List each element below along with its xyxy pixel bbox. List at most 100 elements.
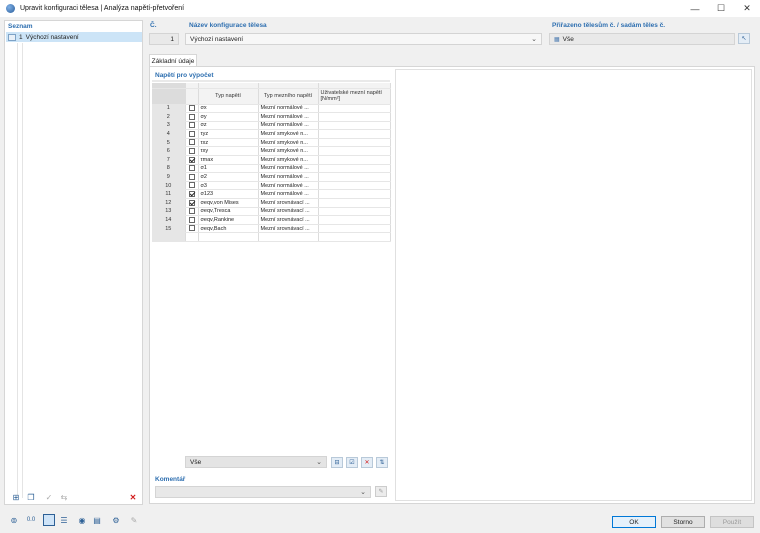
list-item[interactable]: 1 Výchozí nastavení — [6, 32, 142, 42]
maximize-button[interactable]: ☐ — [708, 0, 734, 17]
stress-checkbox-cell[interactable] — [185, 129, 199, 139]
stress-checkbox-cell[interactable] — [185, 181, 199, 191]
color-icon[interactable]: ◉ — [76, 514, 88, 526]
limit-type-cell[interactable]: Mezní normálové ... — [258, 181, 319, 191]
stress-checkbox[interactable] — [188, 113, 195, 120]
stress-checkbox[interactable] — [188, 225, 195, 232]
table-filter-icon[interactable]: ⊟ — [331, 457, 343, 468]
limit-type-cell[interactable]: Mezní srovnávací ... — [258, 207, 319, 217]
limit-type-cell[interactable]: Mezní srovnávací ... — [258, 215, 319, 225]
filter-select[interactable]: Vše ⌄ — [185, 456, 327, 468]
assigned-field[interactable]: ▦ Vše — [549, 33, 735, 45]
user-limit-cell[interactable] — [318, 172, 391, 182]
user-limit-cell[interactable] — [318, 224, 391, 234]
table-row[interactable]: 13 σeqv,Tresca Mezní srovnávací ... — [152, 207, 391, 217]
stress-checkbox[interactable] — [188, 191, 195, 197]
chevron-down-icon[interactable]: ⌄ — [531, 35, 537, 43]
column-header[interactable]: Uživatelské mezní napětí [N/mm²] — [318, 88, 391, 105]
stress-checkbox[interactable] — [188, 122, 195, 129]
user-limit-cell[interactable] — [318, 146, 391, 157]
stress-checkbox-cell[interactable] — [185, 198, 199, 208]
stress-checkbox-cell[interactable] — [185, 155, 199, 165]
limit-type-cell[interactable]: Mezní srovnávací ... — [258, 224, 319, 234]
stress-checkbox[interactable] — [188, 199, 195, 206]
name-field[interactable]: Výchozí nastavení ⌄ — [185, 33, 542, 45]
comment-field[interactable]: ⌄ — [155, 486, 371, 498]
user-limit-cell[interactable] — [318, 215, 391, 225]
stress-checkbox-cell[interactable] — [185, 112, 199, 122]
table-row[interactable]: 6 τxy Mezní smykové n... — [152, 146, 391, 157]
user-limit-cell[interactable] — [318, 104, 391, 114]
table-row[interactable]: 12 σeqv,von Mises Mezní srovnávací ... — [152, 198, 391, 208]
limit-type-cell[interactable]: Mezní smykové n... — [258, 129, 319, 139]
limit-type-cell[interactable]: Mezní smykové n... — [258, 146, 319, 157]
stress-checkbox[interactable] — [188, 156, 195, 163]
limit-type-cell[interactable]: Mezní normálové ... — [258, 121, 319, 131]
delete-icon[interactable]: ✕ — [127, 491, 139, 503]
limit-type-cell[interactable]: Mezní normálové ... — [258, 104, 319, 114]
units-icon[interactable]: 0.0 — [25, 514, 37, 526]
apply-button[interactable]: Použít — [710, 516, 754, 528]
stress-checkbox-cell[interactable] — [185, 224, 199, 234]
table-row[interactable]: 7 τmax Mezní smykové n... — [152, 155, 391, 165]
user-limit-cell[interactable] — [318, 181, 391, 191]
limit-type-cell[interactable]: Mezní normálové ... — [258, 112, 319, 122]
stress-checkbox-cell[interactable] — [185, 104, 199, 114]
check-icon[interactable]: ✓ — [43, 491, 55, 503]
stress-checkbox[interactable] — [188, 105, 195, 112]
copy-config-icon[interactable]: ❐ — [25, 491, 37, 503]
view-icon[interactable] — [43, 514, 55, 526]
stress-checkbox-cell[interactable] — [185, 121, 199, 131]
user-limit-cell[interactable] — [318, 164, 391, 174]
stress-checkbox[interactable] — [188, 173, 195, 180]
table-row[interactable]: 8 σ1 Mezní normálové ... — [152, 164, 391, 174]
swap-icon[interactable]: ⇆ — [58, 491, 70, 503]
stress-checkbox[interactable] — [188, 216, 195, 223]
close-window-button[interactable]: ✕ — [734, 0, 760, 17]
stress-checkbox[interactable] — [188, 208, 195, 215]
table-row[interactable]: 10 σ3 Mezní normálové ... — [152, 181, 391, 191]
table-row[interactable]: 11 σ123 Mezní normálové ... — [152, 189, 391, 200]
user-limit-cell[interactable] — [318, 198, 391, 208]
user-limit-cell[interactable] — [318, 138, 391, 148]
stress-checkbox-cell[interactable] — [185, 146, 199, 157]
table-row[interactable]: 1 σx Mezní normálové ... — [152, 104, 391, 114]
limit-type-cell[interactable]: Mezní smykové n... — [258, 155, 319, 165]
search-icon[interactable]: ⊚ — [8, 514, 20, 526]
uncheck-all-icon[interactable]: ✕ — [361, 457, 373, 468]
table-row[interactable]: 5 τxz Mezní smykové n... — [152, 138, 391, 148]
ok-button[interactable]: OK — [612, 516, 656, 528]
user-limit-cell[interactable] — [318, 112, 391, 122]
chevron-down-icon[interactable]: ⌄ — [360, 488, 366, 496]
stress-checkbox[interactable] — [188, 130, 195, 137]
stress-checkbox-cell[interactable] — [185, 172, 199, 182]
user-limit-cell[interactable] — [318, 155, 391, 165]
stress-checkbox-cell[interactable] — [185, 215, 199, 225]
table-row[interactable]: 14 σeqv,Rankine Mezní srovnávací ... — [152, 215, 391, 225]
settings-icon[interactable]: ⚙ — [110, 514, 122, 526]
stress-checkbox[interactable] — [188, 139, 195, 146]
new-config-icon[interactable]: ⊞ — [10, 491, 22, 503]
table-row[interactable]: 15 σeqv,Bach Mezní srovnávací ... — [152, 224, 391, 234]
limit-type-cell[interactable]: Mezní normálové ... — [258, 164, 319, 174]
cancel-button[interactable]: Storno — [661, 516, 705, 528]
stress-checkbox-cell[interactable] — [185, 207, 199, 217]
stress-checkbox[interactable] — [188, 165, 195, 172]
table-row[interactable]: 9 σ2 Mezní normálové ... — [152, 172, 391, 182]
minimize-button[interactable]: — — [682, 0, 708, 17]
table-icon[interactable]: ▤ — [91, 514, 103, 526]
select-bodies-icon[interactable]: ↖ — [738, 33, 750, 44]
check-all-icon[interactable]: ☑ — [346, 457, 358, 468]
user-limit-cell[interactable] — [318, 189, 391, 200]
limit-type-cell[interactable]: Mezní smykové n... — [258, 138, 319, 148]
no-field[interactable]: 1 — [149, 33, 179, 45]
column-header[interactable]: Typ mezního napětí — [258, 88, 319, 105]
tree-icon[interactable]: ☰ — [58, 514, 70, 526]
limit-type-cell[interactable]: Mezní normálové ... — [258, 189, 319, 200]
invert-selection-icon[interactable]: ⇅ — [376, 457, 388, 468]
table-row[interactable]: 2 σy Mezní normálové ... — [152, 112, 391, 122]
stress-checkbox[interactable] — [188, 148, 195, 155]
edit-icon[interactable]: ✎ — [128, 514, 140, 526]
user-limit-cell[interactable] — [318, 129, 391, 139]
stress-checkbox-cell[interactable] — [185, 138, 199, 148]
